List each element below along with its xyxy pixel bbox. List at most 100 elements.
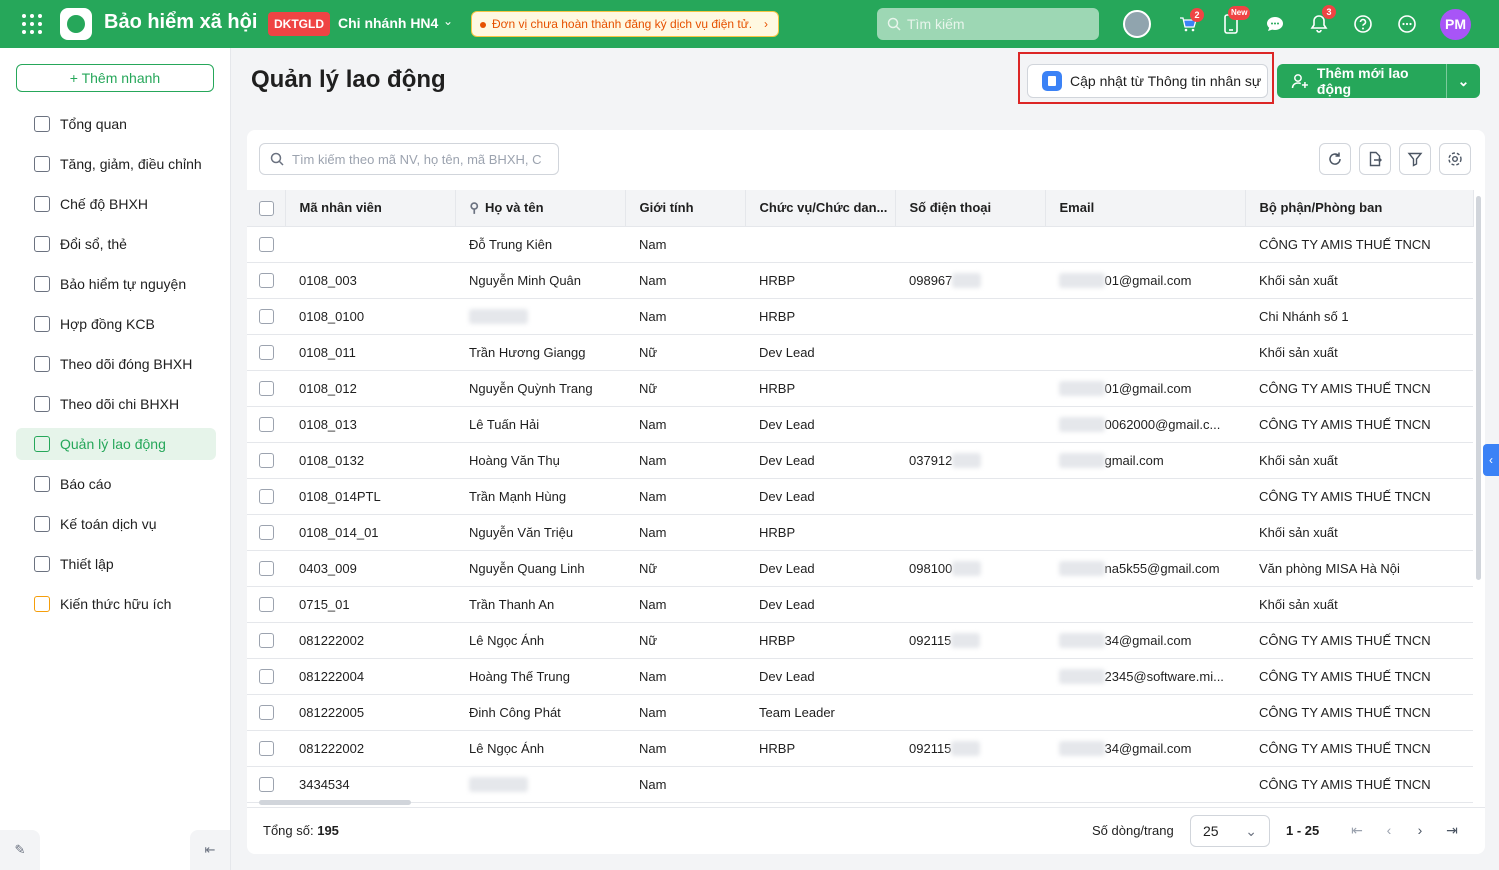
- registration-notice[interactable]: Đơn vị chưa hoàn thành đăng ký dịch vụ đ…: [471, 11, 779, 37]
- filter-button[interactable]: [1399, 143, 1431, 175]
- export-button[interactable]: [1359, 143, 1391, 175]
- table-row[interactable]: 081222002Lê Ngọc ÁnhNamHRBP0921150000xxx…: [247, 730, 1473, 767]
- table-row[interactable]: 081222005 Đinh Công Phát Nam Team Leader CÔN…: [247, 694, 1473, 731]
- sync-hr-button[interactable]: Cập nhật từ Thông tin nhân sự: [1027, 64, 1268, 98]
- chevron-down-icon[interactable]: ⌄: [443, 14, 453, 28]
- row-checkbox[interactable]: [259, 237, 274, 253]
- global-search-input[interactable]: [907, 16, 1087, 32]
- table-row[interactable]: 0403_009 Nguyễn Quang Linh Nữ Dev Lead 09810…: [247, 550, 1473, 587]
- column-header[interactable]: Số điện thoại: [895, 190, 1046, 227]
- sidebar-item-adjust[interactable]: Tăng, giảm, điều chỉnh: [16, 148, 216, 180]
- table-row[interactable]: 081222004 Hoàng Thế Trung Nam Dev Lead xxxxx…: [247, 658, 1473, 695]
- edit-icon[interactable]: ✎: [0, 830, 40, 870]
- page-range: 1 - 25: [1286, 823, 1320, 838]
- table-row[interactable]: 0715_01 Trần Thanh An Nam Dev Lead Khối sản …: [247, 586, 1473, 623]
- row-checkbox[interactable]: [259, 741, 274, 757]
- table-row[interactable]: 3434534 xxxxxxxxx Nam CÔNG TY AMIS THUẾ TNC…: [247, 766, 1473, 803]
- sidebar-item-card-swap[interactable]: Đổi sổ, thẻ: [16, 228, 216, 260]
- sidebar-item-contract[interactable]: Hợp đồng KCB: [16, 308, 216, 340]
- row-checkbox[interactable]: [259, 777, 274, 793]
- hr-profile-icon: [1042, 71, 1062, 91]
- sidebar-item-benefits[interactable]: Chế độ BHXH: [16, 188, 216, 220]
- table-row[interactable]: 0108_014_01 Nguyễn Văn Triệu Nam HRBP Khối s…: [247, 514, 1473, 551]
- cell-value: CÔNG TY AMIS THUẾ TNCN: [1259, 776, 1431, 792]
- column-header[interactable]: Chức vụ/Chức dan...: [745, 190, 896, 227]
- last-page-icon[interactable]: ⇥: [1442, 820, 1462, 840]
- help-icon[interactable]: [1351, 12, 1375, 36]
- select-all-checkbox[interactable]: [259, 200, 274, 216]
- row-checkbox[interactable]: [259, 453, 274, 469]
- table-row[interactable]: 0108_011 Trần Hương Giangg Nữ Dev Lead Khối …: [247, 334, 1473, 371]
- row-checkbox[interactable]: [259, 525, 274, 541]
- table-row[interactable]: 0108_012 Nguyễn Quỳnh Trang Nữ HRBP xxxxxxx0…: [247, 370, 1473, 407]
- row-checkbox[interactable]: [259, 489, 274, 505]
- row-checkbox[interactable]: [259, 417, 274, 433]
- column-header[interactable]: Email: [1045, 190, 1246, 227]
- sidebar-item-label: Bảo hiểm tự nguyện: [60, 276, 187, 292]
- sidebar-item-tracking-pay[interactable]: Theo dõi đóng BHXH: [16, 348, 216, 380]
- row-checkbox[interactable]: [259, 669, 274, 685]
- sidebar-item-overview[interactable]: Tổng quan: [16, 108, 216, 140]
- table-row[interactable]: 0108_0100 xxxxxxxxx Nam HRBP Chi Nhánh số 1: [247, 298, 1473, 335]
- sidebar-item-settings[interactable]: Thiết lập: [16, 548, 216, 580]
- next-page-icon[interactable]: ›: [1410, 820, 1430, 840]
- add-employee-button[interactable]: Thêm mới lao động ⌄: [1277, 64, 1480, 98]
- horizontal-scrollbar[interactable]: [259, 800, 411, 805]
- cell-value: HRBP: [759, 524, 796, 540]
- table-row[interactable]: 081222002Lê Ngọc ÁnhNữHRBP0921150000xxxx…: [247, 622, 1473, 659]
- column-header[interactable]: Bộ phận/Phòng ban: [1245, 190, 1474, 227]
- warning-dot-icon: [480, 21, 486, 28]
- sidebar-item-report[interactable]: Báo cáo: [16, 468, 216, 500]
- account-photo[interactable]: [1123, 10, 1151, 38]
- sidebar-item-accounting[interactable]: Kế toán dịch vụ: [16, 508, 216, 540]
- rows-per-page-select[interactable]: 25 ⌄: [1190, 815, 1270, 847]
- sidebar-item-voluntary[interactable]: Bảo hiểm tự nguyện: [16, 268, 216, 300]
- refresh-button[interactable]: [1319, 143, 1351, 175]
- row-checkbox[interactable]: [259, 561, 274, 577]
- row-checkbox[interactable]: [259, 381, 274, 397]
- cell-gender: Nam: [625, 730, 745, 767]
- row-checkbox[interactable]: [259, 345, 274, 361]
- cell-email: xxxxxxx01@gmail.com: [1045, 370, 1245, 407]
- page-title: Quản lý lao động: [251, 66, 446, 93]
- collapse-sidebar-icon[interactable]: ⇤: [190, 830, 230, 870]
- grid-search[interactable]: [259, 143, 559, 175]
- column-header[interactable]: Mã nhân viên: [285, 190, 456, 227]
- cell-email: [1045, 226, 1245, 263]
- column-header[interactable]: Giới tính: [625, 190, 746, 227]
- chat-icon[interactable]: [1263, 12, 1287, 36]
- cell-name: Đinh Công Phát: [455, 694, 625, 731]
- add-employee-dropdown[interactable]: ⌄: [1446, 64, 1480, 98]
- prev-page-icon[interactable]: ‹: [1379, 820, 1399, 840]
- row-checkbox[interactable]: [259, 273, 274, 289]
- side-panel-toggle[interactable]: ‹: [1483, 444, 1499, 476]
- table-row[interactable]: Đỗ Trung Kiên Nam CÔNG TY AMIS THUẾ TNCN: [247, 226, 1473, 263]
- row-checkbox[interactable]: [259, 705, 274, 721]
- table-row[interactable]: 0108_003 Nguyễn Minh Quân Nam HRBP 098967000…: [247, 262, 1473, 299]
- sidebar-item-knowledge[interactable]: Kiến thức hữu ích: [16, 588, 216, 620]
- branch-selector[interactable]: Chi nhánh HN4: [338, 15, 438, 31]
- sidebar-item-labor[interactable]: Quản lý lao động: [16, 428, 216, 460]
- cell-code: 0108_0132: [285, 442, 455, 479]
- apps-grid-icon[interactable]: [22, 14, 42, 34]
- cell-phone: 0921150000: [895, 730, 1045, 767]
- chevron-left-icon: ‹: [1489, 453, 1493, 467]
- global-search[interactable]: [877, 8, 1099, 40]
- table-row[interactable]: 0108_013 Lê Tuấn Hải Nam Dev Lead xxxxxxx006…: [247, 406, 1473, 443]
- row-checkbox[interactable]: [259, 633, 274, 649]
- sidebar-item-tracking-spend[interactable]: Theo dõi chi BHXH: [16, 388, 216, 420]
- user-avatar[interactable]: PM: [1440, 9, 1471, 40]
- row-checkbox[interactable]: [259, 309, 274, 325]
- pin-icon[interactable]: ⚲: [470, 200, 480, 215]
- cell-value: 01@gmail.com: [1104, 380, 1192, 396]
- quick-add-button[interactable]: + Thêm nhanh: [16, 64, 214, 92]
- column-header[interactable]: ⚲ Họ và tên: [455, 190, 626, 227]
- grid-search-input[interactable]: [292, 151, 548, 167]
- vertical-scrollbar[interactable]: [1476, 196, 1481, 580]
- more-icon[interactable]: [1395, 12, 1419, 36]
- table-row[interactable]: 0108_014PTL Trần Mạnh Hùng Nam Dev Lead CÔNG…: [247, 478, 1473, 515]
- settings-button[interactable]: [1439, 143, 1471, 175]
- table-row[interactable]: 0108_0132 Hoàng Văn Thụ Nam Dev Lead 0379120…: [247, 442, 1473, 479]
- first-page-icon[interactable]: ⇤: [1347, 820, 1367, 840]
- row-checkbox[interactable]: [259, 597, 274, 613]
